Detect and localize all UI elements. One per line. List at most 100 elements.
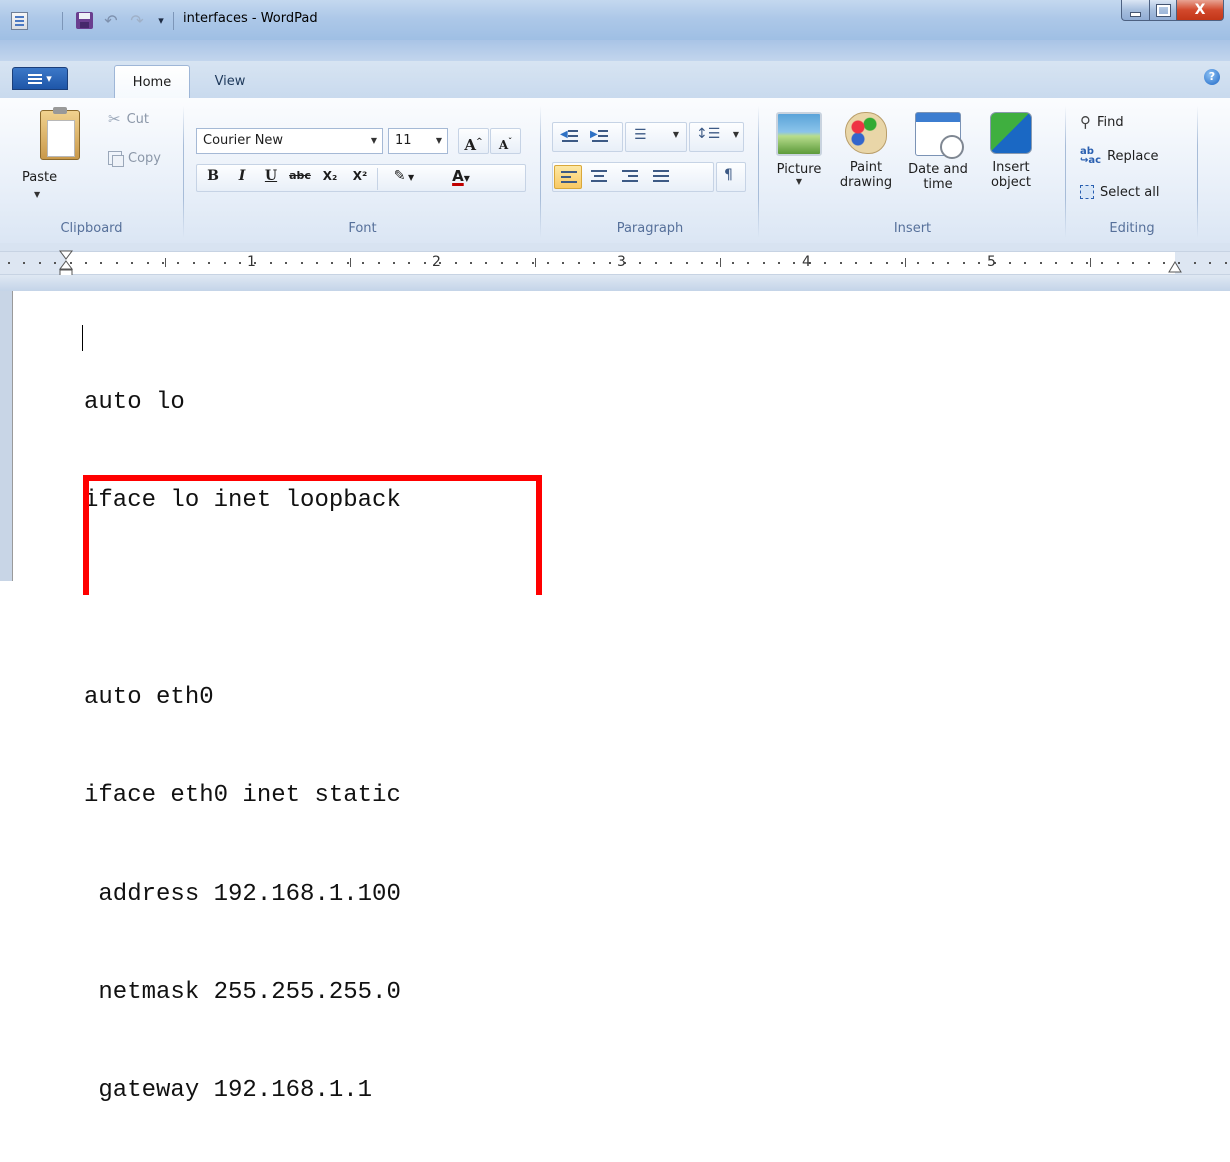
ruler-tick <box>85 262 87 264</box>
copy-button[interactable]: Copy <box>108 147 161 169</box>
italic-button[interactable]: I <box>228 164 256 188</box>
document-text[interactable]: auto lo iface lo inet loopback auto eth0… <box>84 321 401 1162</box>
paste-button[interactable]: Paste ▼ <box>22 106 90 206</box>
paragraph-icon: ¶ <box>724 167 733 183</box>
document-line[interactable]: auto lo <box>84 387 401 420</box>
paragraph-settings-button[interactable]: ¶ <box>717 165 745 189</box>
maximize-icon <box>1155 3 1171 17</box>
ruler-tick <box>855 262 857 264</box>
highlighter-icon: ✎ <box>393 168 406 184</box>
text-color-button[interactable]: A ▼ <box>434 164 488 188</box>
bullet-list-button[interactable]: ☰ ▼ <box>630 125 682 149</box>
ruler-tick <box>639 262 642 264</box>
document-line[interactable]: gateway 192.168.1.1 <box>84 1075 401 1108</box>
grow-font-button[interactable]: A^ <box>458 128 489 154</box>
ruler[interactable]: 1 2 3 4 5 <box>0 250 1230 279</box>
application-menu-button[interactable]: ▾ <box>12 67 68 90</box>
ruler-tick <box>1163 262 1165 264</box>
document-line[interactable]: iface eth0 inet static <box>84 780 401 813</box>
paste-label: Paste <box>22 170 58 185</box>
line-spacing-button[interactable]: ↕☰ ▼ <box>692 125 742 149</box>
undo-icon[interactable]: ↶ <box>102 12 120 30</box>
font-size-select[interactable]: 11 ▼ <box>388 128 448 154</box>
ruler-tick <box>331 262 334 264</box>
ruler-tick <box>377 262 380 264</box>
document-line[interactable]: address 192.168.1.100 <box>84 879 400 912</box>
save-icon[interactable] <box>76 12 93 29</box>
document-line[interactable]: netmask 255.255.255.0 <box>84 977 400 1010</box>
insert-picture-button[interactable]: Picture ▼ <box>768 106 830 214</box>
chevron-down-icon: ▼ <box>795 177 803 186</box>
ruler-tick <box>731 262 734 264</box>
subscript-button[interactable]: X₂ <box>315 164 345 188</box>
object-label-line2: object <box>990 175 1032 190</box>
bold-button[interactable]: B <box>198 164 228 188</box>
replace-button[interactable]: ab ↪ac Replace <box>1080 144 1159 168</box>
ruler-tick <box>701 262 703 264</box>
ruler-tick <box>747 262 750 264</box>
title-bar: ↶ ↷ ▾ interfaces - WordPad X <box>0 0 1230 41</box>
tab-home[interactable]: Home <box>114 65 190 98</box>
underline-button[interactable]: U <box>257 164 285 188</box>
ruler-tick <box>1193 262 1196 264</box>
date-and-time-button[interactable]: Date and time <box>902 106 974 214</box>
insert-group-label: Insert <box>893 221 932 236</box>
decrease-indent-button[interactable]: ◀ <box>556 125 584 149</box>
ruler-half-tick <box>905 258 906 267</box>
ruler-tick <box>516 262 519 264</box>
highlight-color-button[interactable]: ✎ ▼ <box>379 164 429 188</box>
close-button[interactable]: X <box>1177 0 1224 21</box>
clipboard-icon <box>40 107 80 160</box>
font-group-label: Font <box>348 221 377 236</box>
align-center-button[interactable] <box>585 165 613 189</box>
ruler-tick <box>8 262 10 264</box>
group-divider <box>1197 106 1198 238</box>
ruler-tick <box>393 262 395 264</box>
select-all-label: Select all <box>1100 184 1160 200</box>
insert-object-button[interactable]: Insert object <box>978 106 1044 214</box>
ruler-tick <box>531 262 534 264</box>
ruler-half-tick <box>350 258 351 267</box>
strikethrough-button[interactable]: abc <box>285 164 315 188</box>
select-all-button[interactable]: Select all <box>1080 180 1159 204</box>
font-family-select[interactable]: Courier New ▼ <box>196 128 383 154</box>
paint-drawing-button[interactable]: Paint drawing <box>834 106 898 214</box>
copy-label: Copy <box>128 150 161 166</box>
superscript-button[interactable]: X² <box>345 164 375 188</box>
wordpad-app-icon[interactable] <box>11 12 28 30</box>
ruler-tick <box>778 262 780 264</box>
tab-view[interactable]: View <box>205 65 255 98</box>
ruler-tick <box>1101 262 1104 264</box>
cut-button[interactable]: ✂ Cut <box>108 108 149 130</box>
ruler-tick <box>23 262 26 264</box>
align-right-button[interactable] <box>616 165 644 189</box>
maximize-button[interactable] <box>1150 0 1177 21</box>
increase-indent-button[interactable]: ▶ <box>586 125 614 149</box>
line-spacing-icon: ↕☰ <box>696 126 721 142</box>
ruler-right-margin <box>1175 252 1230 274</box>
chevron-down-icon: ▼ <box>463 174 470 183</box>
paragraph-group: ◀ ▶ ☰ ▼ ↕☰ ▼ ¶ Paragraph <box>542 102 758 238</box>
chevron-down-icon: ▼ <box>672 130 679 139</box>
redo-icon[interactable]: ↷ <box>128 12 146 30</box>
ruler-tick <box>1024 262 1027 264</box>
find-button[interactable]: ⚲ Find <box>1080 110 1124 134</box>
calendar-clock-icon <box>915 112 964 159</box>
ruler-tick <box>978 262 981 264</box>
object-cube-icon <box>990 112 1032 154</box>
minimize-button[interactable] <box>1121 0 1150 21</box>
binoculars-icon: ⚲ <box>1080 113 1091 131</box>
document-line[interactable]: auto eth0 <box>84 682 401 715</box>
shrink-font-button[interactable]: Aˇ <box>490 128 521 154</box>
justify-button[interactable] <box>647 165 675 189</box>
ruler-half-tick <box>165 258 166 267</box>
ruler-tick <box>577 262 580 264</box>
close-icon: X <box>1194 2 1206 18</box>
align-left-button[interactable] <box>554 165 582 189</box>
cut-label: Cut <box>126 111 149 127</box>
qat-customize-dropdown-icon[interactable]: ▾ <box>152 12 170 30</box>
ruler-number: 2 <box>432 254 441 270</box>
ruler-tick <box>654 262 657 264</box>
right-indent-marker[interactable] <box>1167 260 1183 274</box>
help-icon[interactable]: ? <box>1204 69 1220 85</box>
